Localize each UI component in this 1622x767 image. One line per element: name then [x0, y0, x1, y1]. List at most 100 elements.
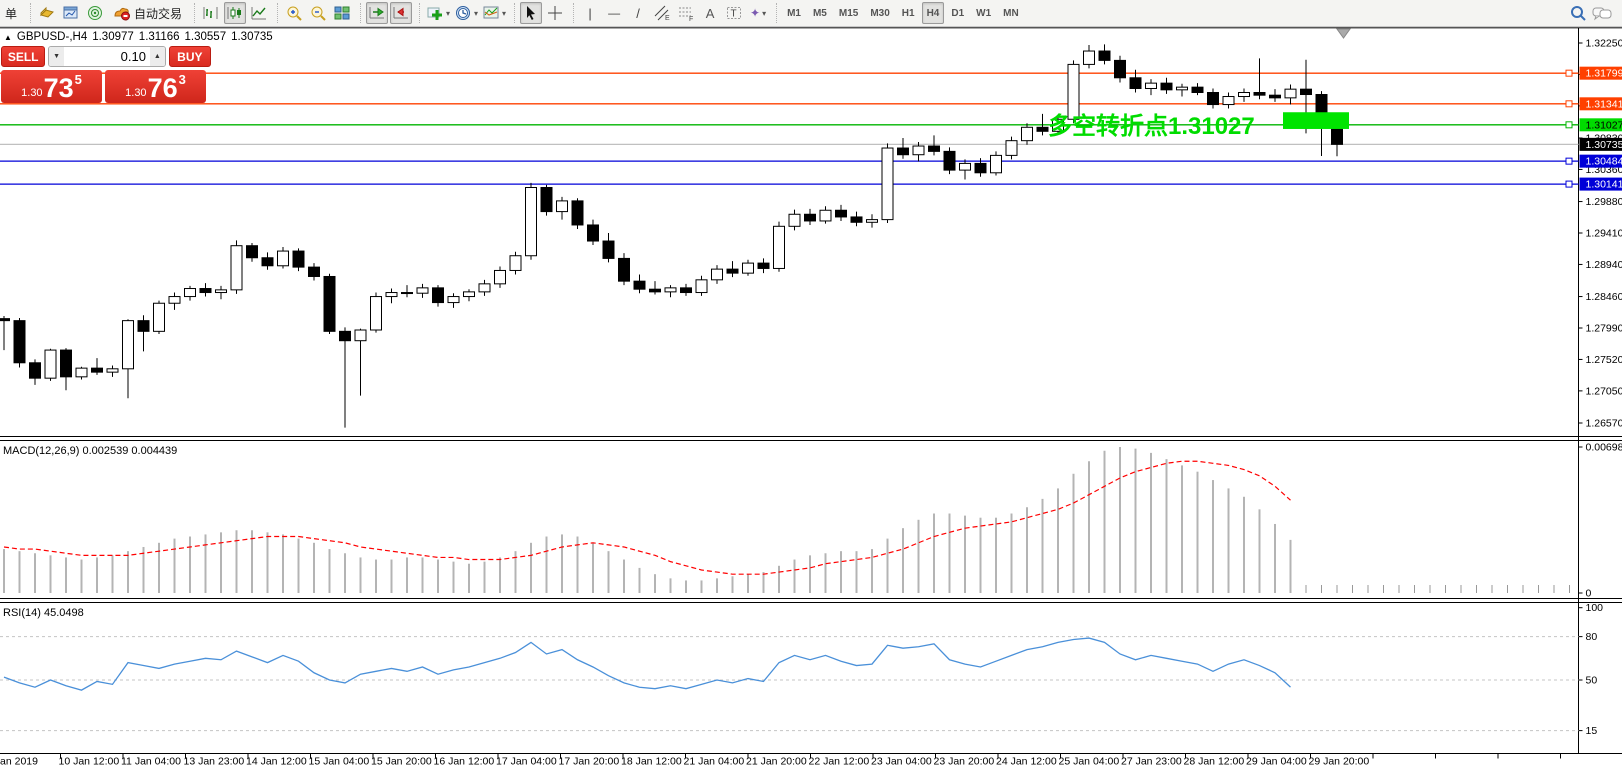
tab-timeframe-m15[interactable]: M15 [834, 2, 863, 24]
svg-text:0: 0 [1586, 588, 1592, 600]
equidistant-channel-tool[interactable]: E [651, 2, 673, 24]
svg-text:17 Jan 04:00: 17 Jan 04:00 [496, 756, 557, 767]
search-button[interactable] [1567, 2, 1589, 24]
auto-scroll-icon [369, 7, 385, 19]
crosshair-icon [548, 6, 563, 20]
auto-scroll-button[interactable] [366, 2, 389, 24]
ohlc-high: 1.31166 [138, 31, 180, 43]
line-chart-icon [251, 7, 267, 20]
periods-button[interactable]: ▾ [453, 2, 479, 24]
chart-shift-marker-icon [1336, 28, 1351, 39]
arrows-tool[interactable]: ✦ ▾ [747, 2, 769, 24]
volume-input[interactable] [63, 47, 150, 66]
tab-timeframe-mn[interactable]: MN [998, 2, 1024, 24]
sell-price-button[interactable]: 1.30 73 5 [1, 70, 102, 103]
svg-text:9 Jan 2019: 9 Jan 2019 [0, 756, 38, 767]
text-label-icon: T [727, 7, 742, 20]
line-chart-button[interactable] [248, 2, 270, 24]
svg-text:29 Jan 04:00: 29 Jan 04:00 [1246, 756, 1307, 767]
candlestick-chart-button[interactable] [224, 2, 247, 24]
tab-timeframe-w1[interactable]: W1 [971, 2, 996, 24]
svg-text:15 Jan 04:00: 15 Jan 04:00 [309, 756, 370, 767]
history-center-button[interactable] [36, 2, 58, 24]
autotrade-button[interactable]: 自动交易 [108, 2, 187, 24]
buy-price-prefix: 1.30 [125, 87, 147, 99]
zoom-in-button[interactable] [283, 2, 305, 24]
chart-window-button[interactable] [60, 2, 82, 24]
fibonacci-tool[interactable]: F [675, 2, 697, 24]
svg-text:29 Jan 20:00: 29 Jan 20:00 [1309, 756, 1370, 767]
tab-timeframe-d1[interactable]: D1 [946, 2, 969, 24]
indicators-button[interactable]: ▾ [425, 2, 451, 24]
templates-icon [483, 6, 499, 19]
toolbar-separator [189, 3, 196, 23]
price-axis: 1.322501.317801.313101.308301.303601.298… [1578, 38, 1622, 429]
svg-text:0.00698: 0.00698 [1586, 442, 1622, 454]
chart-symbol-icon: ▲ [4, 32, 12, 42]
svg-text:18 Jan 12:00: 18 Jan 12:00 [621, 756, 682, 767]
bar-chart-button[interactable] [200, 2, 222, 24]
navigator-button[interactable] [84, 2, 106, 24]
tab-timeframe-h4[interactable]: H4 [921, 2, 945, 24]
templates-button[interactable]: ▾ [481, 2, 507, 24]
buy-price-button[interactable]: 1.30 76 3 [105, 70, 206, 103]
cursor-icon [527, 6, 536, 20]
svg-text:F: F [689, 16, 693, 22]
zoom-out-button[interactable] [307, 2, 329, 24]
sell-price-prefix: 1.30 [21, 87, 43, 99]
volume-stepper: ▼ ▲ [48, 46, 166, 67]
svg-text:28 Jan 12:00: 28 Jan 12:00 [1184, 756, 1245, 767]
rsi-indicator-label: RSI(14) 45.0498 [3, 607, 84, 619]
green-box[interactable] [1283, 112, 1349, 129]
svg-text:80: 80 [1586, 631, 1598, 643]
buy-price-sup: 3 [178, 72, 186, 87]
autotrade-label: 自动交易 [134, 6, 183, 21]
zoom-out-icon [311, 6, 326, 21]
trendline-tool[interactable]: / [627, 2, 649, 24]
periods-caret-icon: ▾ [474, 8, 479, 18]
chart-canvas[interactable]: 1.322501.317801.313101.308301.303601.298… [0, 0, 1622, 767]
svg-text:25 Jan 04:00: 25 Jan 04:00 [1059, 756, 1120, 767]
volume-decrease-button[interactable]: ▼ [49, 47, 64, 66]
horizontal-line-tool[interactable]: — [603, 2, 625, 24]
text-tool-icon: A [705, 5, 715, 21]
chat-button[interactable] [1591, 2, 1613, 24]
text-label-tool[interactable]: T [723, 2, 745, 24]
toolbar-separator [509, 3, 516, 23]
arrows-caret-icon: ▾ [762, 8, 767, 18]
macd-signal-line [3, 460, 1291, 575]
svg-text:1.27520: 1.27520 [1586, 354, 1622, 366]
svg-text:1.31027: 1.31027 [1586, 119, 1622, 131]
tab-timeframe-m1[interactable]: M1 [782, 2, 806, 24]
crosshair-button[interactable] [544, 2, 566, 24]
tab-timeframe-m30[interactable]: M30 [865, 2, 894, 24]
annotation-text[interactable]: 多空转折点1.31027 [1048, 112, 1255, 140]
svg-text:11 Jan 04:00: 11 Jan 04:00 [121, 756, 181, 767]
cursor-button[interactable] [520, 2, 543, 24]
candlestick-chart-icon [227, 7, 242, 19]
svg-text:15: 15 [1586, 725, 1598, 737]
chart-shift-button[interactable] [390, 2, 413, 24]
chat-icon [1592, 7, 1612, 21]
sell-button[interactable]: SELL [1, 46, 46, 67]
svg-text:100: 100 [1586, 602, 1604, 614]
sell-price-sup: 5 [74, 72, 82, 87]
buy-button[interactable]: BUY [168, 46, 212, 67]
volume-increase-button[interactable]: ▲ [149, 47, 165, 66]
tab-timeframe-h1[interactable]: H1 [897, 2, 920, 24]
text-tool[interactable]: A [699, 2, 721, 24]
tab-timeframe-m5[interactable]: M5 [808, 2, 832, 24]
toolbar-separator [414, 3, 421, 23]
trendline-icon: / [636, 5, 640, 21]
svg-text:15 Jan 20:00: 15 Jan 20:00 [371, 756, 432, 767]
sell-price-big: 73 [43, 73, 74, 103]
vertical-line-tool[interactable]: | [579, 2, 601, 24]
macd-axis: 0.00698 0 [1578, 442, 1622, 600]
tile-windows-button[interactable] [331, 2, 353, 24]
new-order-label: 单 [5, 6, 18, 21]
toolbar-separator [568, 3, 575, 23]
indicators-caret-icon: ▾ [446, 8, 451, 18]
ohlc-low: 1.30557 [184, 31, 227, 43]
new-order-button[interactable]: 单 [1, 2, 23, 24]
svg-text:22 Jan 12:00: 22 Jan 12:00 [809, 756, 870, 767]
